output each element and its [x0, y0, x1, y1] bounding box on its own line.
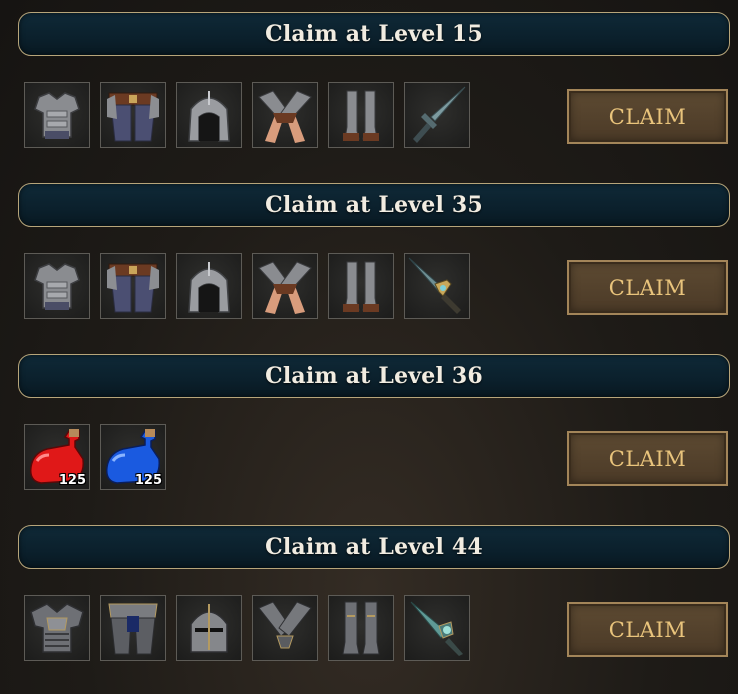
claim-button[interactable]: CLAIM [567, 260, 728, 315]
boots-icon[interactable] [328, 82, 394, 148]
health-potion-icon[interactable]: 125 [24, 424, 90, 490]
tier-title: Claim at Level 36 [265, 363, 483, 389]
reward-tier-level-15: Claim at Level 15 CLAIM [0, 0, 738, 171]
leg-armor-icon[interactable] [100, 82, 166, 148]
plate-boots-icon[interactable] [328, 595, 394, 661]
tier-banner: Claim at Level 35 [18, 183, 730, 227]
leg-armor-icon[interactable] [100, 253, 166, 319]
tier-banner: Claim at Level 15 [18, 12, 730, 56]
gauntlets-icon[interactable] [252, 253, 318, 319]
reward-items: 125 125 [24, 424, 176, 492]
ornate-sword-icon[interactable] [404, 253, 470, 319]
chest-armor-icon[interactable] [24, 82, 90, 148]
tier-title: Claim at Level 35 [265, 192, 483, 218]
claim-button[interactable]: CLAIM [567, 431, 728, 486]
jade-blade-icon[interactable] [404, 595, 470, 661]
claim-button-label: CLAIM [608, 617, 687, 642]
gauntlets-icon[interactable] [252, 82, 318, 148]
claim-button[interactable]: CLAIM [567, 89, 728, 144]
tier-title: Claim at Level 15 [265, 21, 483, 47]
reward-items [24, 82, 480, 150]
tier-title: Claim at Level 44 [265, 534, 483, 560]
chest-armor-icon[interactable] [24, 253, 90, 319]
knight-helm-icon[interactable] [176, 595, 242, 661]
curved-sword-icon[interactable] [404, 82, 470, 148]
claim-button-label: CLAIM [608, 446, 687, 471]
reward-tier-level-36: Claim at Level 36 125 125 CLAIM [0, 342, 738, 513]
reward-tier-level-35: Claim at Level 35 CLAIM [0, 171, 738, 342]
plate-leg-armor-icon[interactable] [100, 595, 166, 661]
item-quantity: 125 [134, 473, 162, 488]
tier-banner: Claim at Level 36 [18, 354, 730, 398]
mana-potion-icon[interactable]: 125 [100, 424, 166, 490]
hood-helm-icon[interactable] [176, 253, 242, 319]
reward-tier-level-44: Claim at Level 44 CLAIM [0, 513, 738, 684]
claim-button-label: CLAIM [608, 275, 687, 300]
item-quantity: 125 [58, 473, 86, 488]
claim-button-label: CLAIM [608, 104, 687, 129]
plate-gauntlets-icon[interactable] [252, 595, 318, 661]
reward-items [24, 595, 480, 663]
reward-items [24, 253, 480, 321]
tier-banner: Claim at Level 44 [18, 525, 730, 569]
claim-button[interactable]: CLAIM [567, 602, 728, 657]
plate-chest-armor-icon[interactable] [24, 595, 90, 661]
hood-helm-icon[interactable] [176, 82, 242, 148]
boots-icon[interactable] [328, 253, 394, 319]
